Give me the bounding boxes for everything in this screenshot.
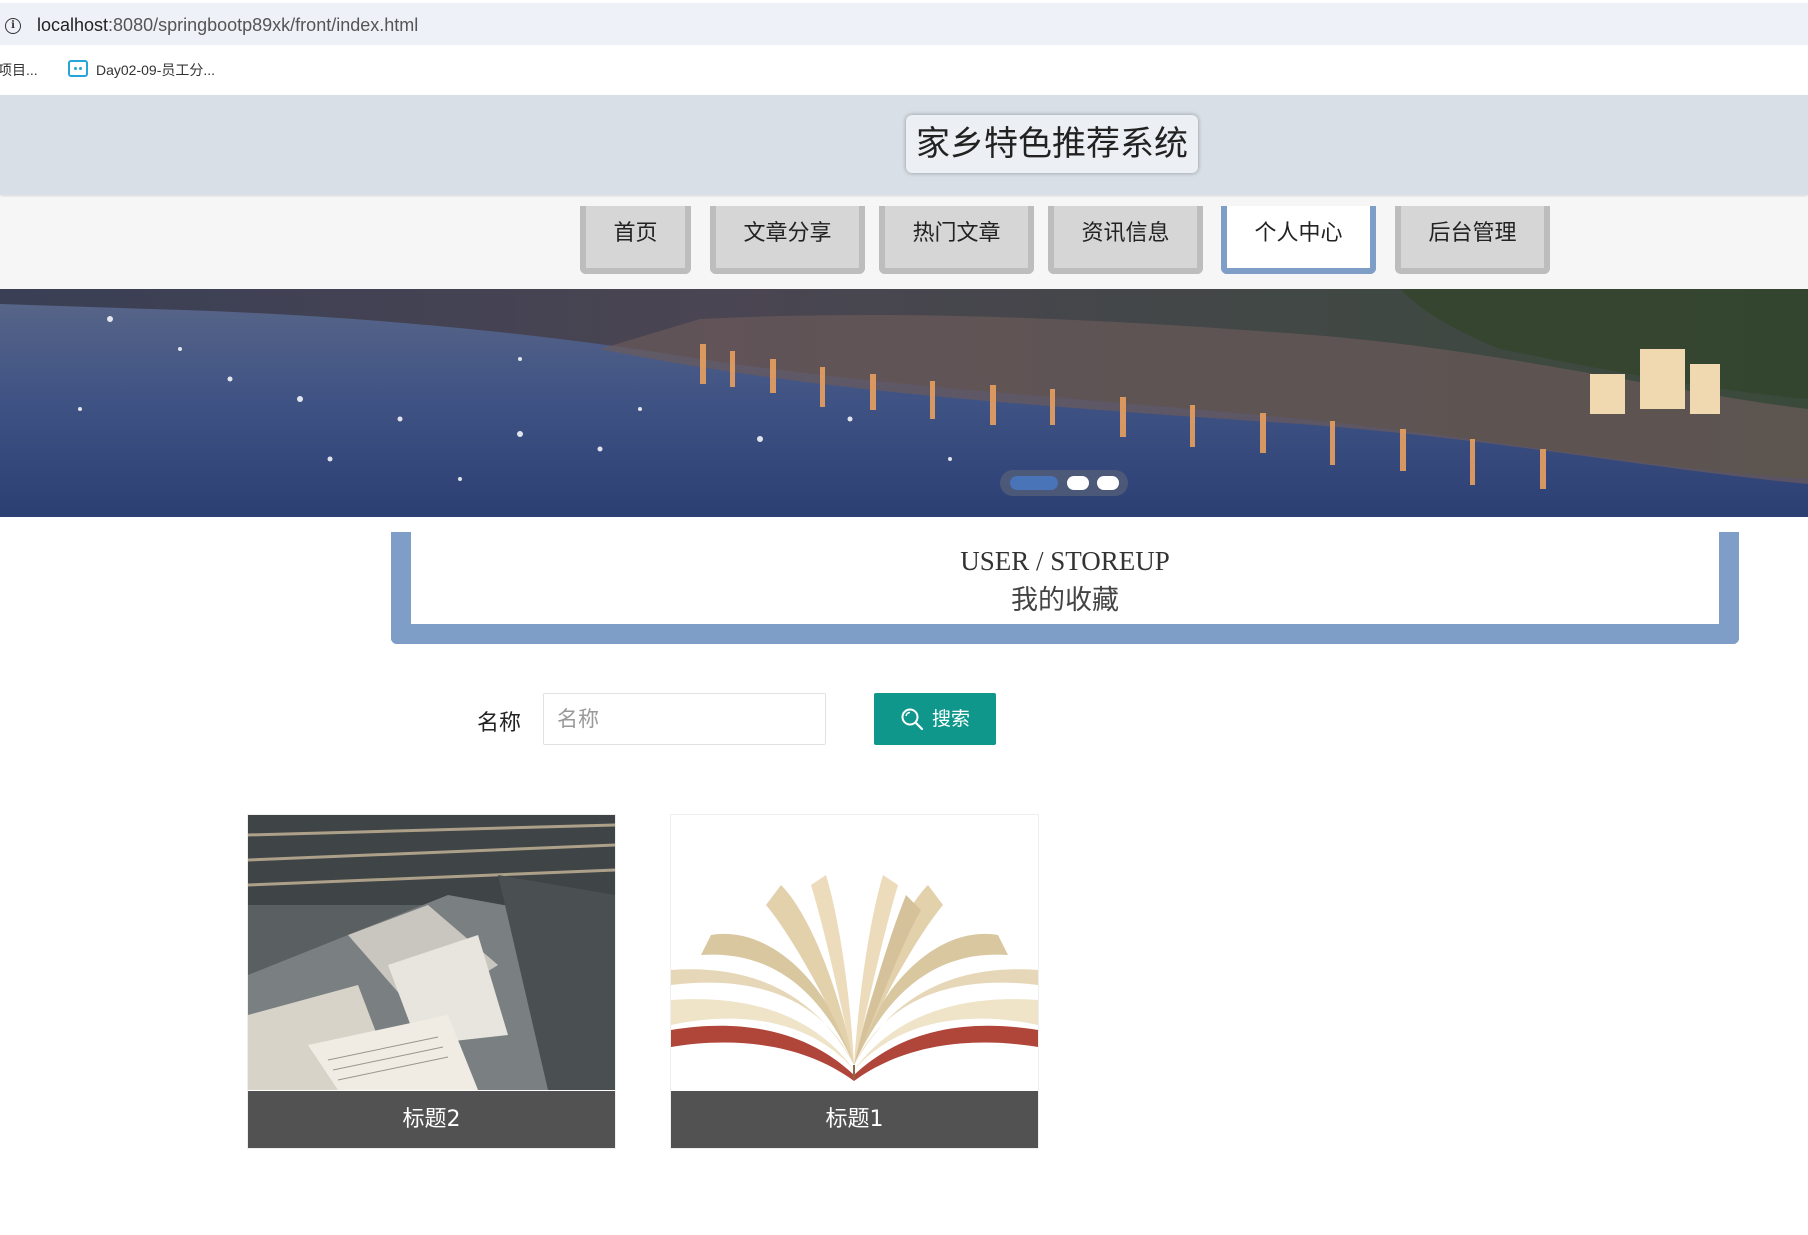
banner-carousel[interactable] (0, 289, 1808, 517)
favorite-card[interactable]: 标题1 (670, 814, 1039, 1149)
browser-address-bar: i localhost:8080/springbootp89xk/front/i… (0, 0, 1808, 46)
nav-item-news[interactable]: 资讯信息 (1048, 206, 1203, 274)
carousel-dot[interactable] (1067, 476, 1089, 490)
section-title-en: USER / STOREUP (960, 546, 1170, 576)
bookmarks-bar (0, 46, 1808, 95)
site-title: 家乡特色推荐系统 (906, 115, 1198, 173)
url-text[interactable]: localhost:8080/springbootp89xk/front/ind… (37, 15, 418, 36)
bilibili-icon (68, 60, 88, 77)
site-info-icon[interactable]: i (5, 18, 21, 34)
search-icon (901, 708, 924, 731)
carousel-dot[interactable] (1097, 476, 1119, 490)
nav-item-article-share[interactable]: 文章分享 (710, 206, 865, 274)
card-image (671, 815, 1038, 1090)
favorite-card[interactable]: 标题2 (247, 814, 616, 1149)
harbor-night-photo (0, 289, 1808, 517)
search-button-label: 搜索 (932, 708, 971, 730)
search-name-label: 名称 (477, 711, 522, 736)
open-book-icon (671, 815, 1038, 1090)
bookstore-display-icon (248, 815, 615, 1090)
card-title: 标题2 (248, 1091, 615, 1148)
url-path: :8080/springbootp89xk/front/index.html (108, 15, 419, 35)
site-header (0, 95, 1808, 195)
search-button[interactable]: 搜索 (874, 693, 996, 745)
address-field[interactable]: i localhost:8080/springbootp89xk/front/i… (0, 3, 1808, 45)
url-host: localhost (37, 15, 109, 35)
section-title-cn: 我的收藏 (1011, 585, 1119, 616)
search-name-input[interactable] (543, 693, 826, 745)
bookmark-item[interactable]: 项目... (0, 60, 38, 80)
carousel-indicators (1000, 470, 1128, 496)
nav-item-hot-articles[interactable]: 热门文章 (879, 206, 1034, 274)
card-title: 标题1 (671, 1091, 1038, 1148)
card-image (248, 815, 615, 1090)
nav-item-home[interactable]: 首页 (580, 206, 691, 274)
nav-item-admin[interactable]: 后台管理 (1395, 206, 1550, 274)
carousel-dot-active[interactable] (1010, 476, 1058, 490)
bookmark-item[interactable]: Day02-09-员工分... (96, 60, 215, 80)
nav-item-personal-center[interactable]: 个人中心 (1221, 206, 1376, 274)
